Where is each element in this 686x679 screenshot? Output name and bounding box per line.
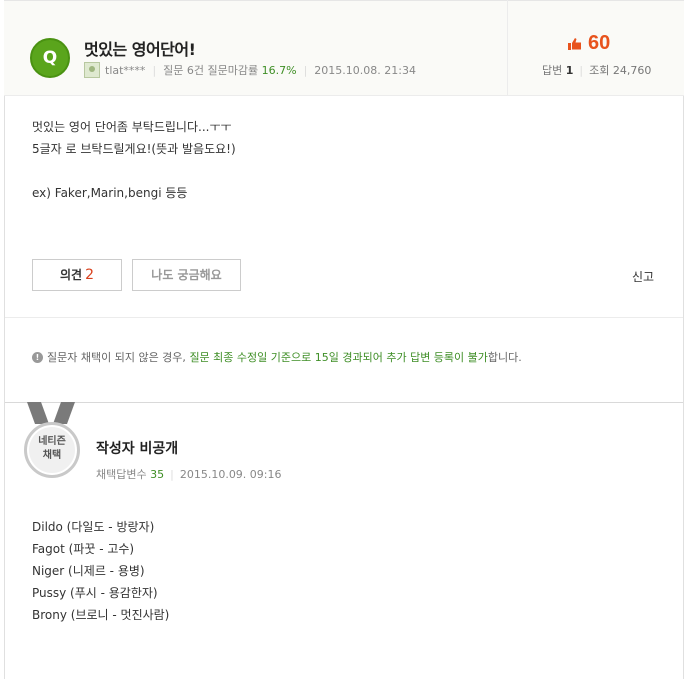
answers-count: 1 <box>565 64 574 77</box>
answer-view-stats: 답변 1 | 조회 24,760 <box>542 62 651 78</box>
info-icon: ! <box>32 351 43 363</box>
question-body-line: 5글자 로 브탁드릴게요!(뜻과 발음도요!) <box>32 142 236 156</box>
medal-ribbon-left <box>26 402 50 424</box>
notice-prefix: 질문자 채택이 되지 않은 경우, <box>47 351 186 364</box>
medal-ribbon-right <box>52 402 76 424</box>
answer-divider <box>5 402 683 403</box>
question-meta: tlat**** | 질문 6건 질문마감률 16.7% | 2015.10.0… <box>84 62 416 78</box>
answer-meta: 채택답변수 35 | 2015.10.09. 09:16 <box>96 466 282 482</box>
question-stats-label: 질문 6건 질문마감률 <box>163 64 259 77</box>
answers-label: 답변 <box>542 64 563 77</box>
question-title: 멋있는 영어단어! <box>84 40 196 59</box>
answer-closed-notice: ! 질문자 채택이 되지 않은 경우, 질문 최종 수정일 기준으로 15일 경… <box>32 349 522 365</box>
views-count: 24,760 <box>612 64 652 77</box>
question-body-line <box>32 160 236 182</box>
question-side-stats: 60 답변 1 | 조회 24,760 <box>507 0 684 95</box>
up-vote[interactable]: 60 <box>568 32 610 55</box>
question-badge-icon: Q <box>30 38 70 78</box>
answer-body-line: Dildo (다일도 - 방랑자) <box>32 520 155 534</box>
medal-circle: 네티즌 채택 <box>24 422 80 478</box>
question-datetime: 2015.10.08. 21:34 <box>314 63 416 77</box>
answer-body-line: Brony (브로니 - 멋진사람) <box>32 608 170 622</box>
question-body-line: ex) Faker,Marin,bengi 등등 <box>32 186 188 200</box>
opinion-label: 의견 <box>59 268 83 282</box>
divider <box>5 317 683 318</box>
question-body-line: 멋있는 영어 단어좀 부탁드립니다...ㅜㅜ <box>32 120 232 134</box>
report-link[interactable]: 신고 <box>632 268 654 285</box>
medal-line-2: 채택 <box>42 450 62 461</box>
answer-body-line: Pussy (푸시 - 용감한자) <box>32 586 158 600</box>
up-count: 60 <box>588 32 611 54</box>
meta-separator: | <box>303 63 308 77</box>
meta-separator: | <box>170 468 174 481</box>
thumb-up-icon <box>568 37 581 50</box>
opinion-count: 2 <box>85 267 94 283</box>
answer-body: Dildo (다일도 - 방랑자) Fagot (파꿋 - 고수) Niger … <box>32 516 169 626</box>
question-close-rate: 16.7% <box>261 63 297 77</box>
user-avatar-icon <box>84 62 100 78</box>
views-label: 조회 <box>589 64 610 77</box>
stats-separator: | <box>579 64 584 77</box>
question-body: 멋있는 영어 단어좀 부탁드립니다...ㅜㅜ 5글자 로 브탁드릴게요!(뜻과 … <box>32 116 236 204</box>
answer-author: 작성자 비공개 <box>96 441 179 457</box>
adopted-count: 35 <box>150 468 165 481</box>
medal-icon: 네티즌 채택 <box>22 402 82 482</box>
opinion-button[interactable]: 의견 2 <box>32 259 122 291</box>
medal-line-1: 네티즌 <box>38 436 66 447</box>
adopted-label: 채택답변수 <box>96 468 147 481</box>
notice-suffix: 합니다. <box>487 351 522 364</box>
answer-body-line: Niger (니제르 - 용병) <box>32 564 145 578</box>
question-author[interactable]: tlat**** <box>105 64 145 77</box>
answer-datetime: 2015.10.09. 09:16 <box>179 468 282 481</box>
me-too-curious-button[interactable]: 나도 궁금해요 <box>132 259 241 291</box>
notice-highlight: 질문 최종 수정일 기준으로 15일 경과되어 추가 답변 등록이 불가 <box>189 351 488 364</box>
meta-separator: | <box>152 63 157 77</box>
answer-body-line: Fagot (파꿋 - 고수) <box>32 542 135 556</box>
